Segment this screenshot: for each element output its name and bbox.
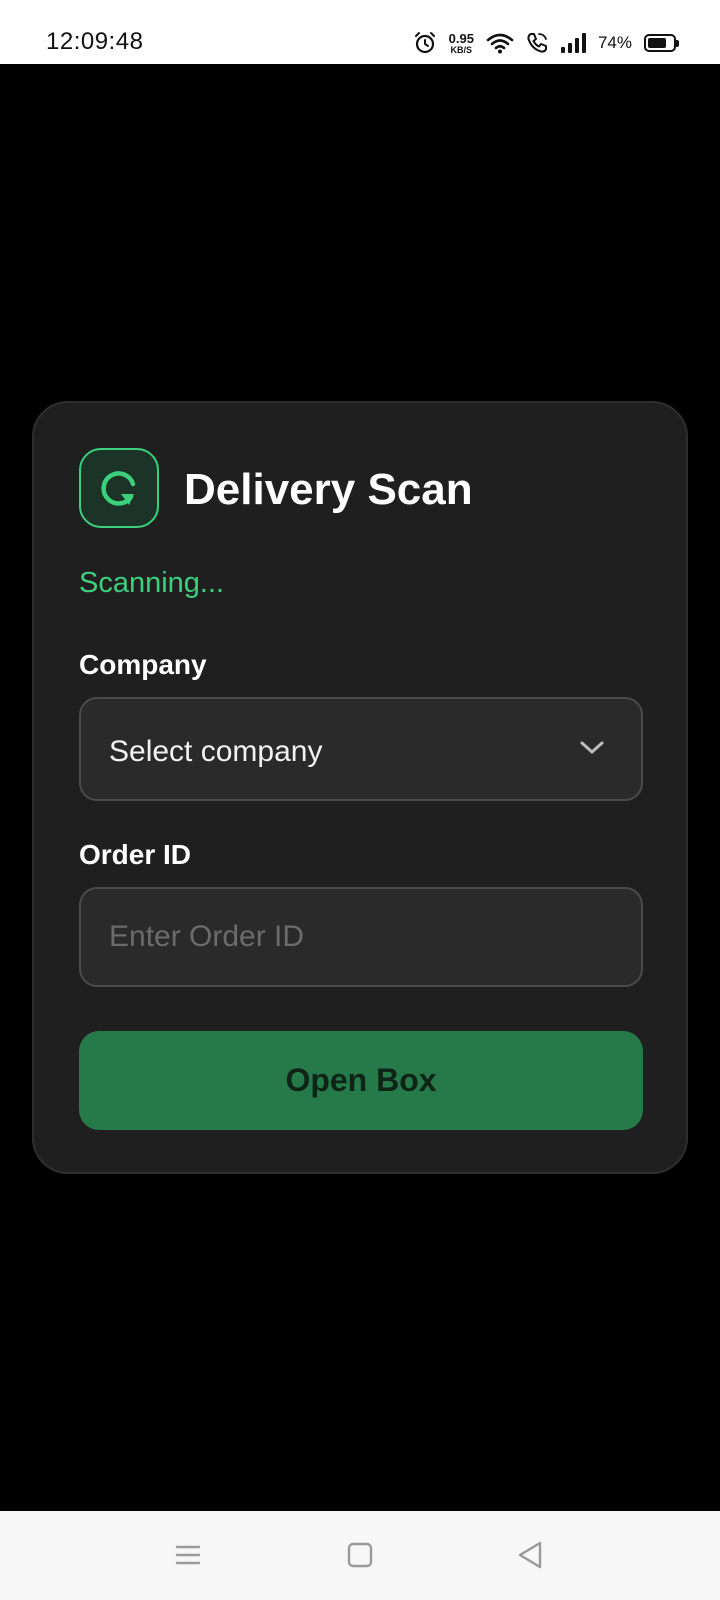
navigation-bar xyxy=(0,1511,720,1600)
wifi-call-icon xyxy=(526,32,548,54)
signal-icon xyxy=(560,32,586,54)
battery-percent: 74% xyxy=(597,33,632,52)
refresh-icon xyxy=(79,448,159,528)
order-id-label: Order ID xyxy=(79,839,192,870)
company-select-value: Select company xyxy=(109,735,323,768)
alarm-icon xyxy=(413,31,437,55)
battery-fill xyxy=(648,38,666,48)
status-icons: 0.95 KB/S 74% xyxy=(413,30,679,56)
delivery-scan-card: Delivery Scan Scanning... Company Select… xyxy=(32,401,688,1174)
status-time: 12:09:48 xyxy=(46,28,144,55)
back-icon[interactable] xyxy=(508,1533,552,1577)
status-bar: 12:09:48 0.95 KB/S 74% xyxy=(0,0,720,64)
net-speed-value: 0.95 xyxy=(448,30,474,46)
order-id-input[interactable] xyxy=(79,887,643,987)
company-label: Company xyxy=(79,649,207,680)
page-title: Delivery Scan xyxy=(184,465,473,514)
net-speed-unit: KB/S xyxy=(450,44,473,55)
open-box-button[interactable]: Open Box xyxy=(79,1031,643,1130)
chevron-down-icon xyxy=(579,739,605,762)
menu-icon[interactable] xyxy=(166,1533,210,1577)
company-select[interactable]: Select company xyxy=(79,697,643,801)
battery-icon xyxy=(644,34,679,52)
home-icon[interactable] xyxy=(338,1533,382,1577)
wifi-icon xyxy=(486,32,514,54)
scan-status: Scanning... xyxy=(79,567,225,599)
net-speed: 0.95 KB/S xyxy=(449,32,474,55)
